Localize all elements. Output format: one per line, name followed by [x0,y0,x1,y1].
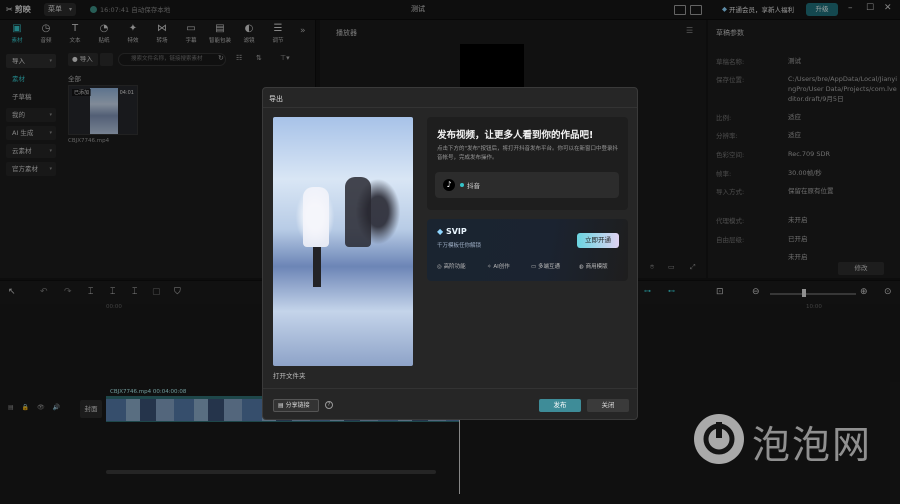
feature-item: ✧ AI创作 [487,262,510,270]
feature-label: 商用模版 [585,264,608,270]
open-vip-label: 立即开通 [585,236,611,244]
preview-figure [313,247,321,287]
divider [263,107,637,108]
preview-figure [303,187,329,247]
publish-label: 发布 [553,401,567,409]
publish-button[interactable]: 发布 [539,399,581,412]
feature-icon: ◎ [437,264,442,270]
power-icon [703,422,735,455]
share-label: 分享链接 [285,402,310,409]
svip-label: SVIP [445,227,467,236]
publish-title: 发布视频，让更多人看到你的作品吧! [437,130,594,141]
feature-label: 高阶功能 [443,264,466,270]
svip-card: ◆ SVIP 千万模板任你解锁 立即开通 ◎ 高阶功能 ✧ AI创作 ▭ 多端互… [427,219,628,281]
platform-label: 抖音 [467,182,480,190]
feature-item: ◎ 高阶功能 [437,262,466,270]
open-vip-button[interactable]: 立即开通 [577,233,619,248]
watermark-logo-icon [694,414,744,464]
share-link-button[interactable]: ▤ 分享链接 [273,399,319,412]
open-folder-link[interactable]: 打开文件夹 [273,370,306,380]
watermark-text: 泡泡网 [752,423,873,467]
diamond-icon: ◆ [437,227,444,236]
tiktok-icon: ♪ [443,179,455,191]
svip-subtitle: 千万模板任你解锁 [437,243,482,249]
svip-title: ◆ SVIP [437,227,467,236]
platform-douyin[interactable]: ♪ 抖音 [435,172,619,198]
export-dialog: 导出 打开文件夹 发布视频，让更多人看到你的作品吧! 点击下方的"发布"按钮后，… [262,87,638,420]
feature-label: AI创作 [493,264,510,270]
publish-description: 点击下方的"发布"按钮后，将打开抖音发布平台。你可以在新窗口中登录抖音帐号，完成… [437,146,619,161]
ai-icon: ✧ [487,264,492,270]
selected-dot-icon [460,183,464,187]
devices-icon: ▭ [531,264,537,270]
feature-label: 多端互通 [537,264,560,270]
dialog-title: 导出 [269,95,283,103]
publish-card: 发布视频，让更多人看到你的作品吧! 点击下方的"发布"按钮后，将打开抖音发布平台… [427,117,628,210]
commercial-icon: ◍ [579,264,584,270]
share-icon: ▤ [278,402,284,409]
help-icon[interactable]: ? [325,401,333,409]
feature-item: ◍ 商用模版 [579,262,608,270]
feature-item: ▭ 多端互通 [531,262,560,270]
close-button[interactable]: 关闭 [587,399,629,412]
divider [263,388,637,389]
watermark: 泡泡网 [694,408,884,468]
video-preview [273,117,413,366]
preview-figure [345,177,371,247]
close-label: 关闭 [601,401,615,409]
